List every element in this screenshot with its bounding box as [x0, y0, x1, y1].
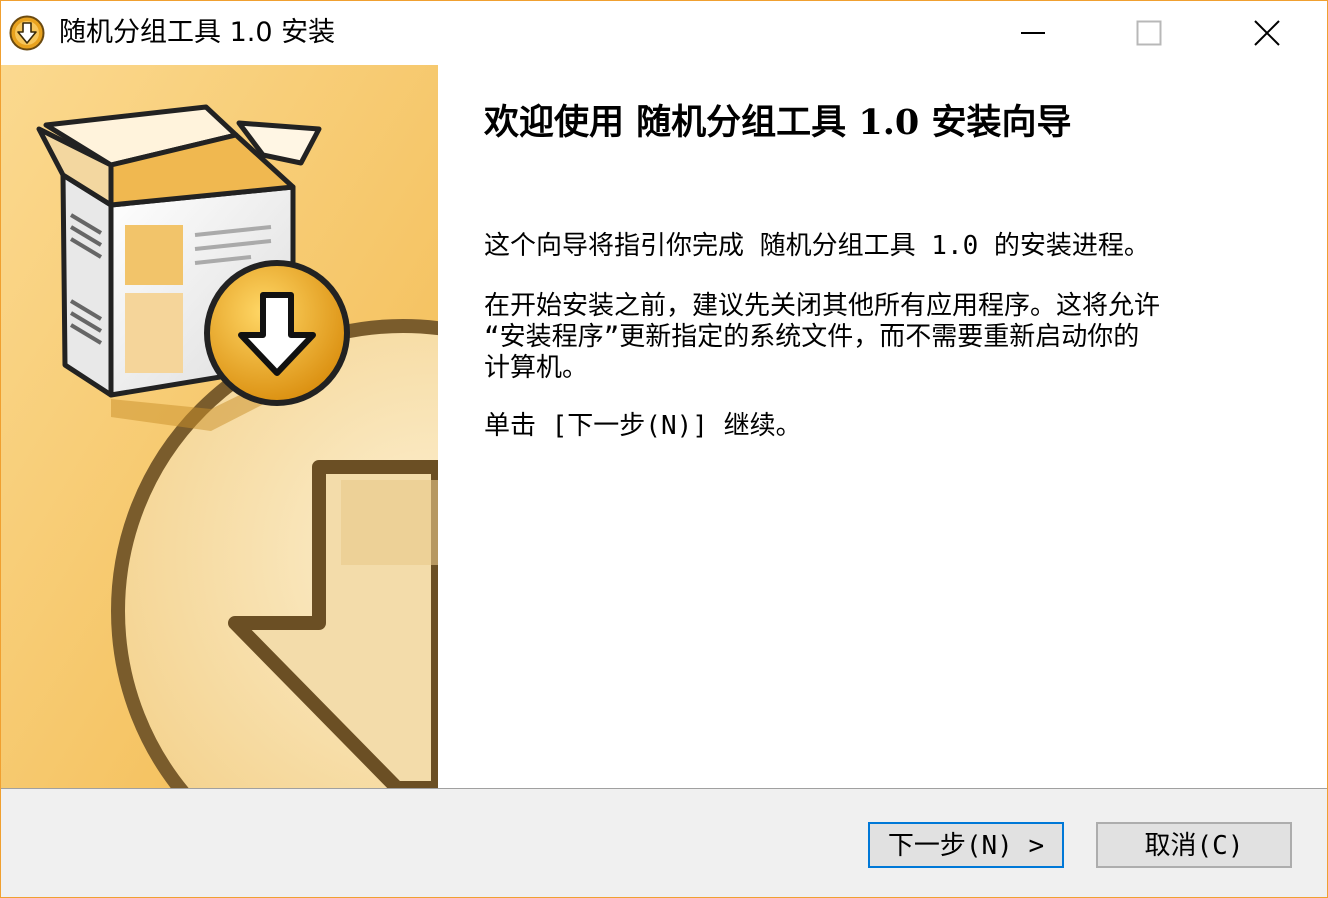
minimize-button[interactable] — [975, 1, 1091, 65]
window-title: 随机分组工具 1.0 安装 — [59, 17, 336, 48]
advice-line-1: 在开始安装之前，建议先关闭其他所有应用程序。这将允许 — [484, 291, 1161, 321]
next-button[interactable]: 下一步(N) > — [868, 822, 1064, 868]
close-apps-advice: 在开始安装之前，建议先关闭其他所有应用程序。这将允许 “安装程序”更新指定的系统… — [484, 291, 1284, 384]
maximize-button[interactable] — [1091, 1, 1207, 65]
advice-line-2: “安装程序”更新指定的系统文件，而不需要重新启动你的 — [484, 322, 1140, 352]
title-bar[interactable]: 随机分组工具 1.0 安装 — [1, 1, 1327, 65]
intro-text: 这个向导将指引你完成 随机分组工具 1.0 的安装进程。 — [484, 231, 1150, 261]
close-button[interactable] — [1209, 1, 1325, 65]
continue-instruction: 单击 [下一步(N)] 继续。 — [484, 411, 802, 441]
welcome-content: 欢迎使用 随机分组工具 1.0 安装向导 这个向导将指引你完成 随机分组工具 1… — [438, 65, 1327, 788]
banner-artwork — [1, 65, 438, 788]
installer-app-icon — [9, 15, 45, 51]
cancel-button[interactable]: 取消(C) — [1096, 822, 1292, 868]
button-bar: 下一步(N) > 取消(C) — [1, 788, 1327, 897]
maximize-icon — [1136, 20, 1162, 46]
small-download-disc — [204, 260, 350, 406]
installer-window: 随机分组工具 1.0 安装 欢迎使用 随机分组工具 1.0 安装向导 这个向导将… — [0, 0, 1328, 898]
close-icon — [1254, 20, 1280, 46]
advice-line-3: 计算机。 — [484, 353, 589, 383]
minimize-icon — [1021, 32, 1045, 34]
welcome-heading: 欢迎使用 随机分组工具 1.0 安装向导 — [484, 102, 1072, 143]
installer-banner — [1, 65, 438, 788]
